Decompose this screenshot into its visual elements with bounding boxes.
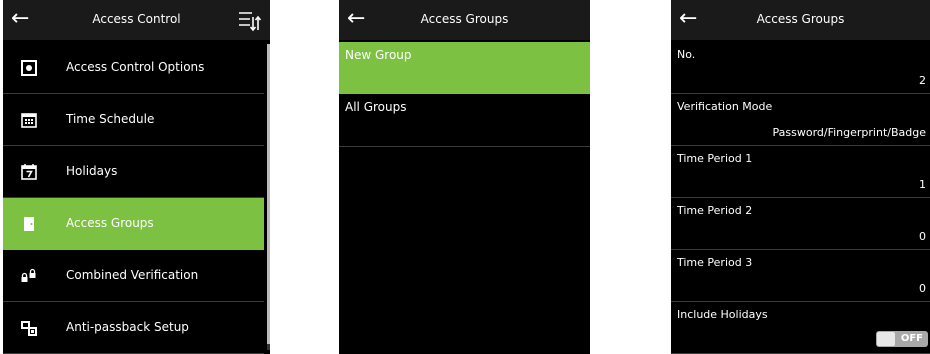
menu-item-label: Combined Verification: [66, 268, 199, 282]
field-time-period-3[interactable]: Time Period 3 0: [671, 250, 930, 302]
include-holidays-toggle[interactable]: OFF: [876, 331, 928, 347]
access-group-detail-screen: ← Access Groups No. 2 Verification Mode …: [671, 0, 930, 354]
list-item-label: All Groups: [345, 100, 407, 114]
field-label: Verification Mode: [677, 100, 773, 113]
menu-item-label: Time Schedule: [66, 112, 155, 126]
field-time-period-2[interactable]: Time Period 2 0: [671, 198, 930, 250]
list-item-all-groups[interactable]: All Groups: [339, 94, 590, 147]
field-label: Time Period 1: [677, 152, 753, 165]
header: ← Access Groups: [671, 0, 930, 40]
access-groups-list-screen: ← Access Groups New Group All Groups: [339, 0, 590, 354]
field-label: No.: [677, 48, 696, 61]
menu-item-access-groups[interactable]: Access Groups: [3, 198, 264, 250]
field-value: 2: [919, 74, 926, 87]
field-value: 1: [919, 178, 926, 191]
field-value: Password/Fingerprint/Badge: [772, 126, 926, 139]
field-time-period-1[interactable]: Time Period 1 1: [671, 146, 930, 198]
page-title: Access Groups: [756, 12, 845, 26]
menu-item-label: Access Groups: [66, 216, 154, 230]
menu-item-holidays[interactable]: Holidays: [3, 146, 264, 198]
scrollbar-thumb[interactable]: [267, 44, 270, 344]
menu-item-time-schedule[interactable]: Time Schedule: [3, 94, 264, 146]
field-value: 0: [919, 230, 926, 243]
access-control-screen: ← Access Control Access Control Options …: [3, 0, 270, 354]
page-title: Access Control: [92, 12, 181, 26]
menu-item-label: Anti-passback Setup: [66, 320, 189, 334]
menu-item-combined-verification[interactable]: Combined Verification: [3, 250, 264, 302]
holiday-calendar-icon: [21, 164, 37, 180]
header: ← Access Control: [3, 0, 270, 40]
field-value: 0: [919, 282, 926, 295]
field-label: Include Holidays: [677, 308, 768, 321]
anti-passback-icon: [21, 321, 37, 336]
toggle-state: OFF: [900, 333, 923, 344]
field-label: Time Period 3: [677, 256, 753, 269]
options-icon: [21, 60, 37, 76]
menu-item-label: Holidays: [66, 164, 118, 178]
list-item-new-group[interactable]: New Group: [339, 42, 590, 94]
toggle-knob: [877, 332, 895, 346]
scrollbar[interactable]: [267, 44, 270, 350]
door-icon: [24, 217, 34, 231]
field-verification-mode[interactable]: Verification Mode Password/Fingerprint/B…: [671, 94, 930, 146]
menu-item-anti-passback-setup[interactable]: Anti-passback Setup: [3, 302, 264, 354]
list-item-label: New Group: [345, 48, 412, 62]
calendar-icon: [21, 113, 37, 128]
menu-item-label: Access Control Options: [66, 60, 205, 74]
menu-item-access-control-options[interactable]: Access Control Options: [3, 42, 264, 94]
field-include-holidays: Include Holidays OFF: [671, 302, 930, 354]
page-title: Access Groups: [420, 12, 509, 26]
sort-icon[interactable]: [238, 10, 262, 32]
header: ← Access Groups: [339, 0, 590, 40]
field-label: Time Period 2: [677, 204, 753, 217]
field-number[interactable]: No. 2: [671, 42, 930, 94]
locks-icon: [21, 268, 36, 282]
